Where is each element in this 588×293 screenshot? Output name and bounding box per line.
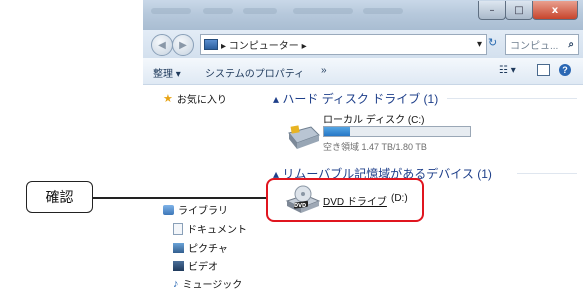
group-label: ハード ディスク ドライブ (1) xyxy=(282,92,439,106)
free-space-text: 空き領域 1.47 TB/1.80 TB xyxy=(323,142,427,152)
nav-label: ピクチャ xyxy=(188,244,228,255)
search-placeholder: コンピュ... xyxy=(510,41,559,52)
music-icon: ♪ xyxy=(173,277,179,290)
nav-item-documents[interactable]: ドキュメント xyxy=(173,221,247,236)
refresh-icon[interactable]: ↻ xyxy=(488,36,502,50)
callout-label: 確認 xyxy=(26,181,93,213)
nav-label: お気に入り xyxy=(176,95,227,106)
hdd-group-header[interactable]: ▴ ハード ディスク ドライブ (1) xyxy=(273,90,438,107)
back-arrow-icon: ◀ xyxy=(158,39,166,51)
forward-button[interactable]: ▶ xyxy=(172,34,194,56)
title-bar-blur xyxy=(363,8,403,14)
minimize-button[interactable]: – xyxy=(478,1,506,20)
help-icon[interactable]: ? xyxy=(559,64,571,76)
address-field[interactable]: ▸ コンピューター ▸ ▾ xyxy=(200,34,487,55)
title-bar-blur xyxy=(203,8,233,14)
nav-item-videos[interactable]: ビデオ xyxy=(173,258,218,273)
document-icon xyxy=(173,222,183,235)
title-bar-blur xyxy=(151,8,191,14)
view-options-button[interactable]: ☷ ▾ xyxy=(499,65,516,76)
group-divider xyxy=(447,98,577,99)
search-icon: ⌕ xyxy=(568,39,574,50)
close-icon: x xyxy=(551,4,559,16)
preview-pane-icon[interactable] xyxy=(537,64,550,76)
nav-label: ドキュメント xyxy=(187,225,247,236)
nav-item-favorites[interactable]: ★ お気に入り xyxy=(163,91,227,106)
minimize-icon: – xyxy=(489,4,495,16)
command-bar: 整理 ▾ システムのプロパティ » ☷ ▾ ? xyxy=(143,58,583,85)
back-button[interactable]: ◀ xyxy=(151,34,173,56)
hard-drive-icon xyxy=(288,125,320,149)
nav-label: ビデオ xyxy=(188,262,218,273)
drive-name: ローカル ディスク (C:) xyxy=(323,115,425,126)
pictures-icon xyxy=(173,242,184,253)
navigation-pane: ★ お気に入り ライブラリ ドキュメント ピクチャ ビデオ ♪ ミュージック xyxy=(143,85,267,293)
organize-button[interactable]: 整理 ▾ xyxy=(153,65,181,80)
nav-item-pictures[interactable]: ピクチャ xyxy=(173,240,228,255)
capacity-bar xyxy=(323,126,471,137)
forward-arrow-icon: ▶ xyxy=(179,39,187,51)
nav-label: ミュージック xyxy=(182,280,243,291)
nav-item-libraries[interactable]: ライブラリ xyxy=(163,202,228,217)
highlight-box xyxy=(266,178,424,222)
more-commands-button[interactable]: » xyxy=(321,65,327,76)
computer-icon xyxy=(204,39,218,50)
library-icon xyxy=(163,204,174,215)
callout-leader-line xyxy=(93,197,266,199)
title-bar[interactable]: – □ x xyxy=(143,0,583,30)
maximize-button[interactable]: □ xyxy=(505,1,533,20)
explorer-window: – □ x ◀ ▶ ▸ コンピューター ▸ ▾ ↻ コンピュ... ⌕ 整理 ▾… xyxy=(143,0,583,293)
group-divider xyxy=(517,173,577,174)
title-bar-blur xyxy=(293,8,353,14)
address-bar: ◀ ▶ ▸ コンピューター ▸ ▾ ↻ コンピュ... ⌕ xyxy=(143,30,583,58)
nav-item-music[interactable]: ♪ ミュージック xyxy=(173,276,243,292)
maximize-icon: □ xyxy=(514,4,524,16)
system-properties-button[interactable]: システムのプロパティ xyxy=(205,65,304,80)
callout-text: 確認 xyxy=(45,190,74,206)
nav-label: ライブラリ xyxy=(178,206,228,217)
local-disk-item[interactable]: ローカル ディスク (C:) 空き領域 1.47 TB/1.80 TB xyxy=(281,111,491,157)
address-path: ▸ コンピューター ▸ xyxy=(221,41,307,52)
capacity-fill xyxy=(324,127,351,136)
address-dropdown-icon[interactable]: ▾ xyxy=(477,39,482,50)
title-bar-blur xyxy=(243,8,277,14)
search-input[interactable]: コンピュ... ⌕ xyxy=(505,34,579,55)
close-button[interactable]: x xyxy=(532,1,578,20)
star-icon: ★ xyxy=(163,93,173,105)
video-icon xyxy=(173,260,184,271)
